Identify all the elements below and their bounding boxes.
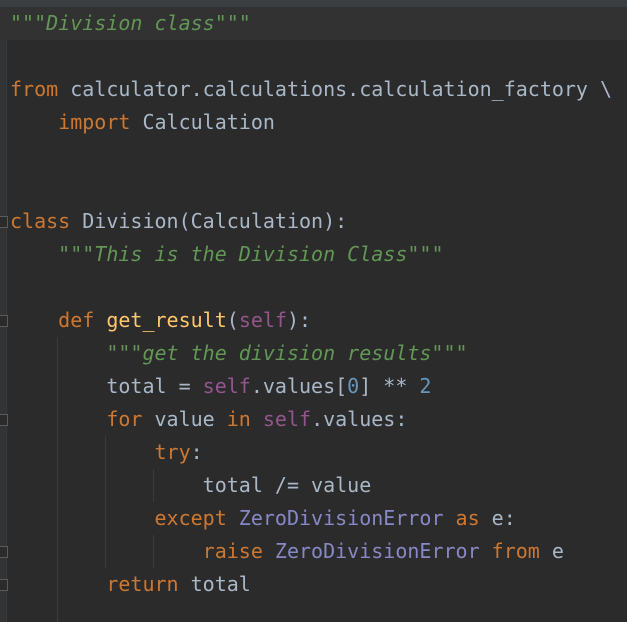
token-plain: e [539, 539, 564, 563]
token-kw: from [491, 539, 540, 563]
token-kw: class [10, 209, 71, 233]
token-kw: def [58, 308, 95, 332]
token-kw: from [10, 77, 59, 101]
token-kw: import [58, 110, 131, 134]
token-str: """get the division results""" [106, 341, 468, 365]
token-plain: e: [479, 506, 516, 530]
fold-marker-icon[interactable] [0, 216, 8, 228]
token-plain: Calculation [130, 110, 275, 134]
token-builtin: ZeroDivisionError [238, 506, 444, 530]
code-line[interactable]: return total [0, 568, 627, 601]
token-plain: .values[ [250, 374, 348, 398]
token-kw: in [226, 407, 251, 431]
fold-marker-icon[interactable] [0, 579, 8, 591]
token-plain: ] ** [359, 374, 420, 398]
code-line[interactable] [0, 271, 627, 304]
code-line[interactable]: try: [0, 436, 627, 469]
token-kw: except [154, 506, 227, 530]
fold-marker-icon[interactable] [0, 546, 8, 558]
token-kw: as [455, 506, 480, 530]
code-line[interactable]: total /= value [0, 469, 627, 502]
indent-guide [105, 436, 106, 568]
code-line[interactable]: except ZeroDivisionError as e: [0, 502, 627, 535]
token-plain: : [190, 440, 203, 464]
token-kw: raise [202, 539, 263, 563]
code-line[interactable]: import Calculation [0, 106, 627, 139]
code-line[interactable] [0, 40, 627, 73]
token-plain: ( [226, 308, 239, 332]
token-plain: .values: [311, 407, 408, 431]
token-plain: total /= value [10, 473, 372, 497]
token-kw: for [106, 407, 143, 431]
editor-tab-bar-edge [0, 0, 627, 7]
token-builtin: ZeroDivisionError [274, 539, 480, 563]
code-line[interactable]: def get_result(self): [0, 304, 627, 337]
code-line[interactable]: """get the division results""" [0, 337, 627, 370]
code-line[interactable]: total = self.values[0] ** 2 [0, 370, 627, 403]
code-line[interactable]: for value in self.values: [0, 403, 627, 436]
token-plain: calculator.calculations.calculation_fact… [58, 77, 613, 101]
indent-guide [153, 535, 154, 568]
code-line[interactable]: """Division class""" [0, 7, 627, 40]
code-line[interactable]: from calculator.calculations.calculation… [0, 73, 627, 106]
code-line[interactable]: raise ZeroDivisionError from e [0, 535, 627, 568]
token-num: 0 [347, 374, 360, 398]
token-plain: ): [286, 308, 312, 332]
fold-marker-icon[interactable] [0, 315, 8, 327]
token-plain: total [178, 572, 251, 596]
token-str: """Division class""" [10, 11, 251, 35]
token-plain: Division(Calculation): [70, 209, 348, 233]
token-fn: get_result [106, 308, 227, 332]
code-editor[interactable]: """Division class""" from calculator.cal… [0, 7, 627, 622]
code-line[interactable]: class Division(Calculation): [0, 205, 627, 238]
token-str: """This is the Division Class""" [58, 242, 444, 266]
indent-guide [57, 337, 58, 622]
fold-marker-icon[interactable] [0, 414, 8, 426]
token-self: self [262, 407, 312, 431]
token-plain: total = [10, 374, 203, 398]
token-num: 2 [419, 374, 432, 398]
code-line[interactable] [0, 139, 627, 172]
token-plain: value [142, 407, 227, 431]
token-self: self [202, 374, 251, 398]
token-kw: return [106, 572, 179, 596]
code-line[interactable] [0, 172, 627, 205]
token-kw: try [154, 440, 191, 464]
token-self: self [238, 308, 287, 332]
indent-guide [153, 469, 154, 502]
code-line[interactable]: """This is the Division Class""" [0, 238, 627, 271]
